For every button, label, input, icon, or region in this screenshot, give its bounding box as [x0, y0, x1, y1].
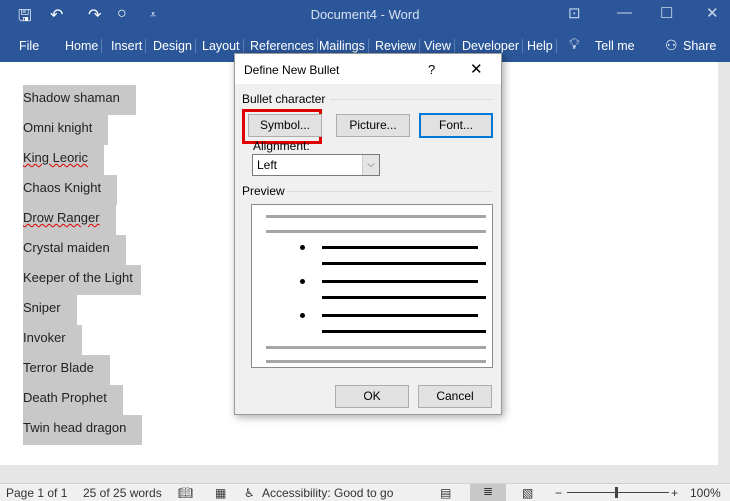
tab-mailings[interactable]: Mailings — [316, 39, 369, 53]
tab-layout[interactable]: Layout — [199, 39, 244, 53]
tab-developer[interactable]: Developer — [459, 39, 523, 53]
bullet-character-label: Bullet character — [242, 92, 326, 106]
ok-button[interactable]: OK — [335, 385, 409, 408]
picture-button[interactable]: Picture... — [336, 114, 410, 137]
symbol-button[interactable]: Symbol... — [248, 114, 322, 137]
minimize-icon[interactable]: — — [617, 4, 632, 21]
tab-review[interactable]: Review — [372, 39, 420, 53]
tab-references[interactable]: References — [247, 39, 318, 53]
proofing-icon[interactable]: 📖︎ — [178, 486, 193, 500]
help-button[interactable]: ? — [428, 62, 435, 77]
dialog-title: Define New Bullet — [244, 63, 340, 77]
list-item[interactable]: Shadow shaman — [23, 85, 136, 115]
ribbon-display-icon[interactable]: ⊡ — [568, 4, 581, 22]
print-layout-icon[interactable]: ≣ — [470, 484, 506, 501]
zoom-slider-thumb[interactable] — [615, 487, 618, 498]
accessibility-icon: ♿︎ — [244, 486, 255, 500]
cancel-button[interactable]: Cancel — [418, 385, 492, 408]
zoom-slider[interactable] — [567, 492, 669, 493]
maximize-icon[interactable]: ☐ — [660, 4, 673, 22]
list-item[interactable]: Invoker — [23, 325, 82, 355]
list-item[interactable]: Twin head dragon — [23, 415, 143, 445]
word-count[interactable]: 25 of 25 words — [83, 486, 162, 500]
alignment-value: Left — [257, 158, 278, 172]
list-item[interactable]: Crystal maiden — [23, 235, 126, 265]
chevron-down-icon[interactable]: ⌵ — [362, 155, 379, 175]
list-item[interactable]: King Leoric — [23, 145, 105, 175]
tab-file[interactable]: File — [16, 39, 42, 53]
accessibility-status[interactable]: Accessibility: Good to go — [262, 486, 393, 500]
zoom-level[interactable]: 100% — [690, 486, 721, 500]
alignment-select[interactable]: Left ⌵ — [252, 154, 380, 176]
page-count[interactable]: Page 1 of 1 — [6, 486, 67, 500]
lightbulb-icon: 💡︎ — [569, 36, 580, 53]
preview-label: Preview — [242, 184, 285, 198]
read-mode-icon[interactable]: ▤ — [440, 486, 451, 500]
tab-view[interactable]: View — [421, 39, 455, 53]
close-icon[interactable]: ✕ — [706, 4, 719, 22]
tell-me-box[interactable]: Tell me — [592, 39, 638, 53]
define-new-bullet-dialog: Define New Bullet ? ✕ Bullet character S… — [234, 53, 502, 415]
status-bar: Page 1 of 1 25 of 25 words 📖︎ ▦ ♿︎ Acces… — [0, 483, 730, 501]
tab-home[interactable]: Home — [62, 39, 103, 53]
list-item[interactable]: Keeper of the Light — [23, 265, 141, 295]
list-item[interactable]: Drow Ranger — [23, 205, 116, 235]
share-icon: ⚇ — [665, 37, 678, 53]
list-item[interactable]: Terror Blade — [23, 355, 110, 385]
title-bar: 🖫 ↶ ↷ ○ ⩡ Document4 - Word ⊡ — ☐ ✕ — [0, 0, 730, 30]
zoom-out-button[interactable]: − — [555, 486, 562, 500]
font-button[interactable]: Font... — [419, 113, 493, 138]
bullet-preview — [251, 204, 493, 368]
zoom-in-button[interactable]: + — [671, 486, 678, 500]
alignment-label: Alignment: — [253, 139, 310, 153]
macro-icon[interactable]: ▦ — [215, 486, 226, 500]
dialog-close-icon[interactable]: ✕ — [470, 60, 483, 78]
share-button[interactable]: Share — [680, 39, 719, 53]
list-item[interactable]: Omni knight — [23, 115, 109, 145]
tab-help[interactable]: Help — [524, 39, 557, 53]
list-item[interactable]: Sniper — [23, 295, 77, 325]
web-layout-icon[interactable]: ▧ — [522, 486, 533, 500]
list-item[interactable]: Chaos Knight — [23, 175, 118, 205]
tab-insert[interactable]: Insert — [108, 39, 147, 53]
list-item[interactable]: Death Prophet — [23, 385, 123, 415]
tab-design[interactable]: Design — [150, 39, 196, 53]
